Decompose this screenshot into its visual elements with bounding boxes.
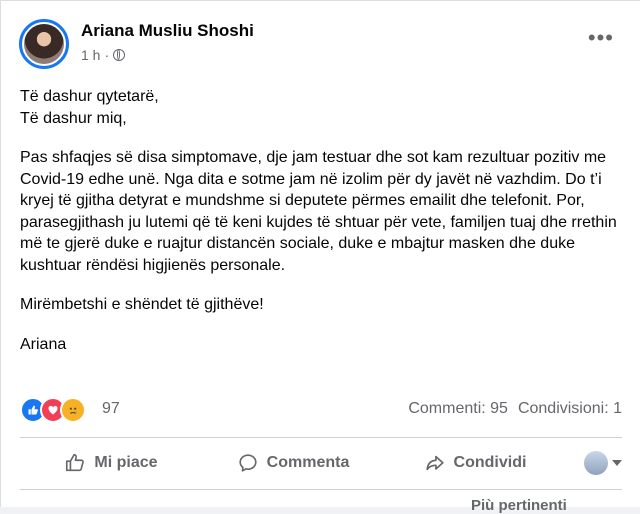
comment-button-label: Commenta — [266, 454, 350, 471]
post-card: Ariana Musliu Shoshi 1 h · ••• Të dashur… — [0, 0, 640, 514]
post-body: Të dashur qytetarë, Të dashur miq, Pas s… — [20, 86, 625, 373]
post-meta: 1 h · — [81, 47, 126, 63]
divider-bottom — [20, 489, 622, 490]
more-options-icon[interactable]: ••• — [588, 27, 614, 49]
chevron-down-icon — [612, 460, 622, 466]
divider — [20, 437, 622, 438]
engagement-counts: Commenti: 95 Condivisioni: 1 — [408, 400, 622, 418]
post-header: Ariana Musliu Shoshi 1 h · ••• — [19, 19, 622, 71]
comment-icon — [239, 454, 257, 472]
meta-separator: · — [104, 47, 110, 63]
globe-icon[interactable] — [113, 49, 126, 61]
reaction-count[interactable]: 97 — [102, 400, 120, 418]
greeting-paragraph: Të dashur qytetarë, Të dashur miq, — [20, 88, 159, 127]
author-name[interactable]: Ariana Musliu Shoshi — [81, 21, 254, 41]
thumbs-up-icon — [66, 453, 85, 472]
share-count[interactable]: Condivisioni: 1 — [518, 400, 622, 418]
like-button-label: Mi piace — [94, 454, 158, 471]
wishes-paragraph: Mirëmbetshi e shëndet të gjithëve! — [20, 296, 264, 313]
avatar-photo — [24, 24, 64, 64]
signature-paragraph: Ariana — [20, 335, 67, 353]
share-button-label: Condividi — [453, 454, 527, 471]
profile-avatar — [584, 451, 608, 475]
main-paragraph: Pas shfaqjes së disa simptomave, dje jam… — [20, 149, 617, 274]
reaction-icons[interactable] — [20, 397, 86, 423]
audience-selector[interactable] — [566, 447, 622, 479]
author-avatar[interactable] — [19, 19, 69, 69]
comment-button[interactable]: Commenta — [202, 447, 384, 479]
comment-sort-link[interactable]: Più pertinenti — [471, 497, 567, 514]
reactions-bar: 97 Commenti: 95 Condivisioni: 1 — [20, 397, 622, 423]
like-button[interactable]: Mi piace — [20, 447, 202, 479]
sad-icon — [60, 397, 86, 423]
action-bar: Mi piace Commenta Condividi — [20, 447, 622, 479]
comment-count[interactable]: Commenti: 95 — [408, 400, 508, 418]
share-button[interactable]: Condividi — [384, 447, 566, 479]
post-time[interactable]: 1 h — [81, 47, 100, 63]
share-icon — [425, 455, 444, 471]
